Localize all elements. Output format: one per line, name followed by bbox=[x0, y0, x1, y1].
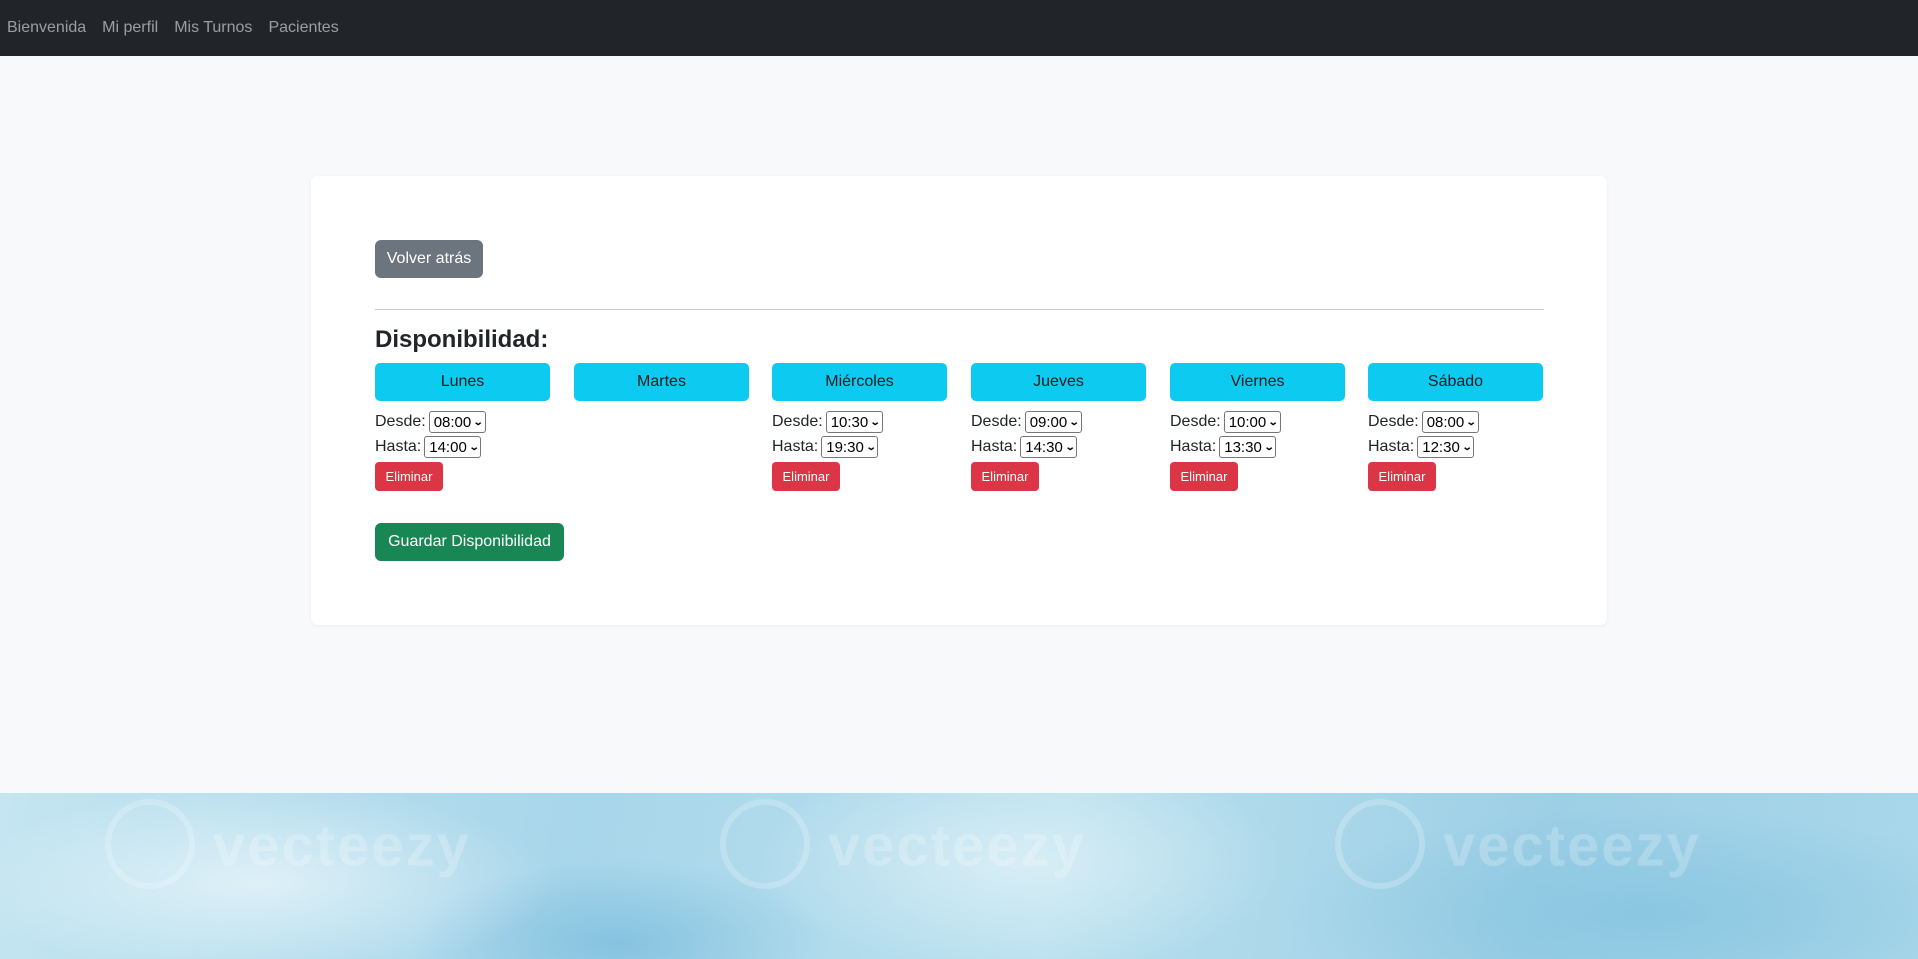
from-select[interactable]: 08:00 ⌄ bbox=[1421, 411, 1479, 433]
to-label: Hasta: bbox=[375, 438, 422, 455]
to-row: Hasta: 12:30 ⌄ bbox=[1368, 435, 1543, 459]
to-label: Hasta: bbox=[971, 438, 1018, 455]
chevron-down-icon: ⌄ bbox=[869, 416, 881, 428]
day-column-miercoles: Miércoles Desde: 10:30 ⌄ Hasta: 19:30 ⌄ El… bbox=[772, 363, 947, 491]
from-row: Desde: 08:00 ⌄ bbox=[375, 410, 550, 434]
from-select[interactable]: 08:00 ⌄ bbox=[428, 411, 486, 433]
from-row: Desde: 10:30 ⌄ bbox=[772, 410, 947, 434]
delete-button-jueves[interactable]: Eliminar bbox=[971, 462, 1039, 491]
to-select[interactable]: 13:30 ⌄ bbox=[1219, 436, 1277, 458]
vecteezy-logo-icon bbox=[105, 799, 195, 889]
to-select[interactable]: 14:30 ⌄ bbox=[1020, 436, 1078, 458]
watermark-1: vecteezy bbox=[105, 799, 471, 895]
day-button-viernes[interactable]: Viernes bbox=[1170, 363, 1345, 401]
day-button-miercoles[interactable]: Miércoles bbox=[772, 363, 947, 401]
section-title: Disponibilidad: bbox=[375, 326, 549, 353]
nav-link-bienvenida[interactable]: Bienvenida bbox=[7, 19, 86, 37]
from-label: Desde: bbox=[375, 413, 426, 430]
to-label: Hasta: bbox=[1368, 438, 1415, 455]
to-row: Hasta: 14:00 ⌄ bbox=[375, 435, 550, 459]
to-row: Hasta: 19:30 ⌄ bbox=[772, 435, 947, 459]
back-button[interactable]: Volver atrás bbox=[375, 240, 483, 278]
top-navbar: Bienvenida Mi perfil Mis Turnos Paciente… bbox=[0, 0, 1918, 56]
from-label: Desde: bbox=[1368, 413, 1419, 430]
watermark-3: vecteezy bbox=[1335, 799, 1701, 895]
delete-button-sabado[interactable]: Eliminar bbox=[1368, 462, 1436, 491]
day-column-sabado: Sábado Desde: 08:00 ⌄ Hasta: 12:30 ⌄ Elimi… bbox=[1368, 363, 1543, 491]
chevron-down-icon: ⌄ bbox=[1267, 416, 1279, 428]
divider bbox=[375, 309, 1544, 310]
nav-link-mis-turnos[interactable]: Mis Turnos bbox=[174, 19, 252, 37]
to-select[interactable]: 19:30 ⌄ bbox=[821, 436, 879, 458]
nav-link-mi-perfil[interactable]: Mi perfil bbox=[102, 19, 158, 37]
from-label: Desde: bbox=[1170, 413, 1221, 430]
chevron-down-icon: ⌄ bbox=[1461, 441, 1473, 453]
from-select[interactable]: 09:00 ⌄ bbox=[1024, 411, 1082, 433]
chevron-down-icon: ⌄ bbox=[1068, 416, 1080, 428]
to-row: Hasta: 14:30 ⌄ bbox=[971, 435, 1146, 459]
to-label: Hasta: bbox=[1170, 438, 1217, 455]
chevron-down-icon: ⌄ bbox=[472, 416, 484, 428]
from-row: Desde: 08:00 ⌄ bbox=[1368, 410, 1543, 434]
from-row: Desde: 09:00 ⌄ bbox=[971, 410, 1146, 434]
day-button-lunes[interactable]: Lunes bbox=[375, 363, 550, 401]
vecteezy-logo-icon bbox=[1335, 799, 1425, 889]
from-select[interactable]: 10:00 ⌄ bbox=[1223, 411, 1281, 433]
chevron-down-icon: ⌄ bbox=[1263, 441, 1275, 453]
availability-card: Volver atrás Disponibilidad: Lunes Desde… bbox=[311, 176, 1607, 625]
delete-button-viernes[interactable]: Eliminar bbox=[1170, 462, 1238, 491]
to-row: Hasta: 13:30 ⌄ bbox=[1170, 435, 1345, 459]
day-column-martes: Martes bbox=[574, 363, 749, 401]
from-select[interactable]: 10:30 ⌄ bbox=[825, 411, 883, 433]
to-select[interactable]: 14:00 ⌄ bbox=[424, 436, 482, 458]
day-button-jueves[interactable]: Jueves bbox=[971, 363, 1146, 401]
from-label: Desde: bbox=[772, 413, 823, 430]
from-row: Desde: 10:00 ⌄ bbox=[1170, 410, 1345, 434]
chevron-down-icon: ⌄ bbox=[865, 441, 877, 453]
vecteezy-logo-icon bbox=[720, 799, 810, 889]
from-label: Desde: bbox=[971, 413, 1022, 430]
chevron-down-icon: ⌄ bbox=[468, 441, 480, 453]
day-button-sabado[interactable]: Sábado bbox=[1368, 363, 1543, 401]
save-availability-button[interactable]: Guardar Disponibilidad bbox=[375, 523, 564, 561]
day-column-viernes: Viernes Desde: 10:00 ⌄ Hasta: 13:30 ⌄ Elim… bbox=[1170, 363, 1345, 491]
nav-link-pacientes[interactable]: Pacientes bbox=[268, 19, 338, 37]
day-column-jueves: Jueves Desde: 09:00 ⌄ Hasta: 14:30 ⌄ Elimi… bbox=[971, 363, 1146, 491]
day-button-martes[interactable]: Martes bbox=[574, 363, 749, 401]
chevron-down-icon: ⌄ bbox=[1064, 441, 1076, 453]
watermark-2: vecteezy bbox=[720, 799, 1086, 895]
delete-button-lunes[interactable]: Eliminar bbox=[375, 462, 443, 491]
to-label: Hasta: bbox=[772, 438, 819, 455]
chevron-down-icon: ⌄ bbox=[1465, 416, 1477, 428]
day-column-lunes: Lunes Desde: 08:00 ⌄ Hasta: 14:00 ⌄ Elimin… bbox=[375, 363, 550, 491]
delete-button-miercoles[interactable]: Eliminar bbox=[772, 462, 840, 491]
to-select[interactable]: 12:30 ⌄ bbox=[1417, 436, 1475, 458]
background-photo: vecteezy vecteezy vecteezy bbox=[0, 793, 1918, 959]
